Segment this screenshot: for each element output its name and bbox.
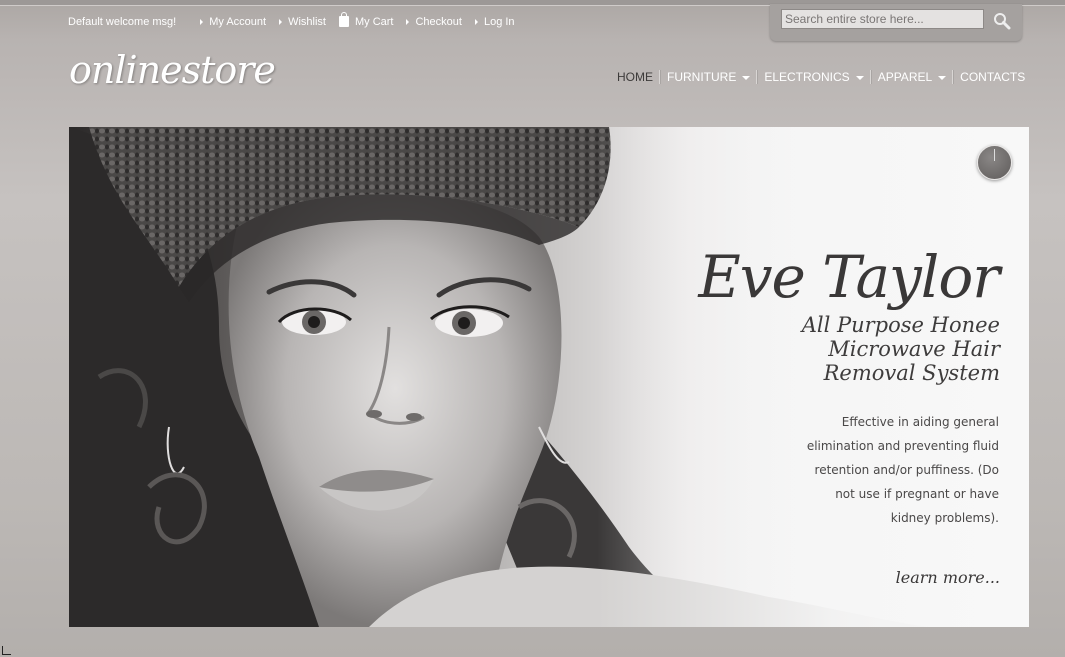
my-cart-label: My Cart	[354, 16, 394, 28]
arrow-right-icon	[279, 19, 283, 25]
login-label: Log In	[483, 16, 515, 28]
nav-item-apparel[interactable]: APPAREL	[877, 70, 947, 84]
wishlist-label: Wishlist	[288, 16, 326, 28]
nav-divider	[659, 70, 661, 84]
nav-item-electronics[interactable]: ELECTRONICS	[764, 70, 864, 84]
arrow-right-icon	[406, 19, 410, 25]
banner-subtitle-line-3: Removal System	[823, 361, 1000, 385]
resize-corner-icon	[2, 646, 11, 655]
banner-description-line-3: retention and/or puffiness. (Do	[814, 463, 999, 477]
store-logo[interactable]: onlinestore	[69, 48, 276, 92]
banner-subtitle-line-2: Microwave Hair	[828, 337, 1000, 361]
my-account-label: My Account	[209, 16, 267, 28]
login-link[interactable]: Log In	[474, 16, 515, 28]
banner-description-line-4: not use if pregnant or have	[835, 487, 999, 501]
magnifier-icon[interactable]	[992, 12, 1012, 30]
pause-icon[interactable]	[977, 145, 1012, 180]
nav-electronics-label: ELECTRONICS	[764, 70, 850, 84]
nav-divider	[952, 70, 955, 84]
my-cart-link[interactable]: My Cart	[338, 11, 394, 28]
nav-item-furniture[interactable]: FURNITURE	[667, 70, 751, 84]
shopping-bag-icon	[338, 11, 349, 27]
search-input[interactable]	[781, 9, 984, 29]
nav-item-contacts[interactable]: CONTACTS	[960, 70, 1025, 84]
caret-down-icon	[742, 76, 751, 80]
banner-description-line-1: Effective in aiding general	[841, 415, 999, 429]
nav-home-label: HOME	[617, 70, 653, 84]
nav-contacts-label: CONTACTS	[960, 70, 1026, 84]
welcome-message: Default welcome msg!	[68, 16, 177, 28]
checkout-label: Checkout	[415, 16, 462, 28]
wishlist-link[interactable]: Wishlist	[279, 16, 326, 28]
learn-more-link[interactable]: learn more...	[896, 568, 1000, 587]
banner-title: Eve Taylor	[698, 243, 1000, 311]
top-links-bar: Default welcome msg! My Account Wishlist…	[68, 11, 528, 29]
search-panel	[770, 4, 1022, 41]
main-navigation: HOME FURNITURE ELECTRONICS APPAREL CONTA…	[617, 70, 1025, 84]
caret-down-icon	[855, 76, 864, 80]
banner-description-line-2: elimination and preventing fluid	[806, 439, 999, 453]
arrow-right-icon	[474, 19, 478, 25]
checkout-link[interactable]: Checkout	[406, 16, 462, 28]
my-account-link[interactable]: My Account	[200, 16, 266, 28]
caret-down-icon	[938, 76, 947, 80]
banner-subtitle-line-1: All Purpose Honee	[801, 313, 1000, 337]
nav-item-home[interactable]: HOME	[617, 70, 653, 84]
nav-apparel-label: APPAREL	[877, 70, 933, 84]
arrow-right-icon	[200, 19, 204, 25]
nav-divider	[756, 70, 759, 84]
nav-divider	[869, 70, 872, 84]
hero-banner[interactable]: Eve Taylor All Purpose Honee Microwave H…	[69, 127, 1029, 627]
banner-description-line-5: kidney problems).	[890, 511, 999, 525]
nav-furniture-label: FURNITURE	[667, 70, 737, 84]
